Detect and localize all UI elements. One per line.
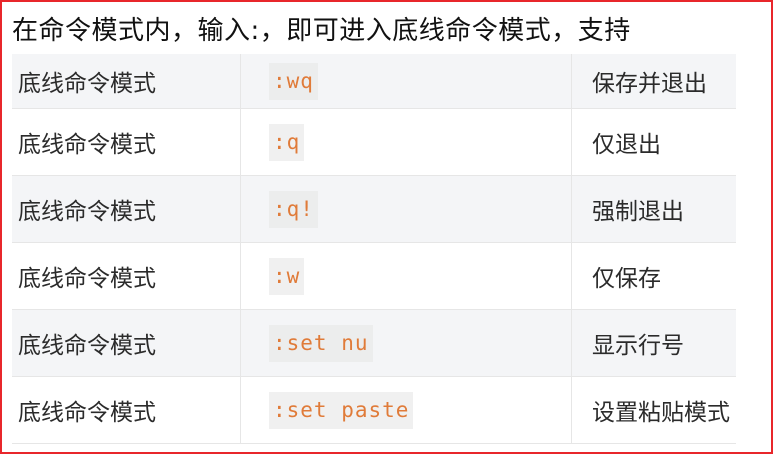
mode-cell: 底线命令模式 xyxy=(12,242,241,310)
description-cell: 保存并退出 xyxy=(571,54,736,109)
table-row: 底线命令模式 :q! 强制退出 xyxy=(12,175,736,243)
command-code: :set paste xyxy=(269,391,414,429)
mode-cell: 底线命令模式 xyxy=(12,309,241,377)
command-table: 底线命令模式 :wq 保存并退出 底线命令模式 :q 仅退出 底线命令模式 :q… xyxy=(12,54,736,444)
command-code: :q xyxy=(269,123,305,161)
table-row: 底线命令模式 :wq 保存并退出 xyxy=(12,54,736,109)
table-row: 底线命令模式 :set nu 显示行号 xyxy=(12,309,736,377)
description-cell: 强制退出 xyxy=(571,175,736,243)
command-code: :q! xyxy=(269,190,318,228)
command-cell: :set nu xyxy=(240,309,572,377)
mode-cell: 底线命令模式 xyxy=(12,54,241,109)
command-code: :set nu xyxy=(269,324,373,362)
command-cell: :q! xyxy=(240,175,572,243)
table-row: 底线命令模式 :set paste 设置粘贴模式 xyxy=(12,376,736,444)
intro-text: 在命令模式内，输入:，即可进入底线命令模式，支持 xyxy=(12,16,631,46)
description-cell: 显示行号 xyxy=(571,309,736,377)
command-cell: :set paste xyxy=(240,376,572,444)
command-cell: :q xyxy=(240,108,572,176)
mode-cell: 底线命令模式 xyxy=(12,376,241,444)
command-code: :w xyxy=(269,257,305,295)
description-cell: 仅保存 xyxy=(571,242,736,310)
mode-cell: 底线命令模式 xyxy=(12,175,241,243)
table-row: 底线命令模式 :q 仅退出 xyxy=(12,108,736,176)
table-row: 底线命令模式 :w 仅保存 xyxy=(12,242,736,310)
command-code: :wq xyxy=(269,62,318,100)
command-cell: :w xyxy=(240,242,572,310)
mode-cell: 底线命令模式 xyxy=(12,108,241,176)
command-cell: :wq xyxy=(240,54,572,109)
description-cell: 设置粘贴模式 xyxy=(571,376,736,444)
description-cell: 仅退出 xyxy=(571,108,736,176)
